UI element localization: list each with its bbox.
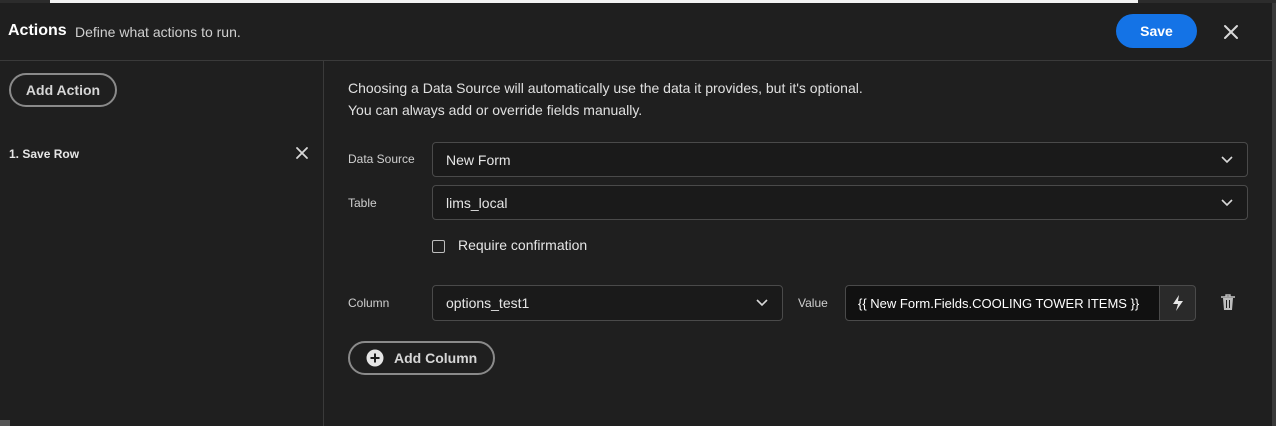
data-source-select[interactable]: New Form <box>432 142 1248 177</box>
value-label: Value <box>798 296 828 310</box>
description-line-2: You can always add or override fields ma… <box>348 102 643 118</box>
dialog-right-edge <box>1272 3 1276 426</box>
trash-icon[interactable] <box>1220 293 1236 311</box>
description-line-1: Choosing a Data Source will automaticall… <box>348 80 863 96</box>
require-confirmation-checkbox[interactable] <box>432 240 445 253</box>
value-text: {{ New Form.Fields.COOLING TOWER ITEMS }… <box>858 295 1140 311</box>
plus-circle-icon <box>366 349 384 367</box>
actions-dialog: Actions Define what actions to run. Save… <box>0 3 1272 426</box>
chevron-down-icon <box>1221 155 1233 163</box>
remove-action-icon[interactable] <box>294 145 310 161</box>
column-label: Column <box>348 296 390 310</box>
action-list-item[interactable]: 1. Save Row <box>9 147 79 161</box>
action-config-panel: Choosing a Data Source will automaticall… <box>324 61 1272 426</box>
table-label: Table <box>348 196 377 210</box>
save-button[interactable]: Save <box>1116 14 1197 48</box>
column-select[interactable]: options_test1 <box>432 285 783 321</box>
dynamic-value-button[interactable] <box>1160 285 1196 321</box>
lightning-bolt-icon <box>1172 295 1183 311</box>
value-input[interactable]: {{ New Form.Fields.COOLING TOWER ITEMS }… <box>845 285 1160 321</box>
close-icon[interactable] <box>1219 20 1243 44</box>
dialog-subtitle: Define what actions to run. <box>75 24 241 40</box>
add-column-button[interactable]: Add Column <box>348 341 495 375</box>
corner-mark <box>0 420 10 426</box>
description: Choosing a Data Source will automaticall… <box>348 77 863 121</box>
dialog-title: Actions <box>8 22 67 39</box>
column-value: options_test1 <box>446 295 530 311</box>
table-value: lims_local <box>446 194 508 211</box>
actions-sidebar: Add Action 1. Save Row <box>0 61 324 426</box>
dialog-header: Actions Define what actions to run. Save <box>0 3 1272 61</box>
data-source-label: Data Source <box>348 152 415 166</box>
add-column-label: Add Column <box>394 350 478 366</box>
chevron-down-icon <box>1221 198 1233 206</box>
table-select[interactable]: lims_local <box>432 185 1248 220</box>
require-confirmation-label: Require confirmation <box>458 237 588 253</box>
add-action-button[interactable]: Add Action <box>9 73 117 107</box>
data-source-value: New Form <box>446 151 511 168</box>
chevron-down-icon <box>756 299 768 307</box>
